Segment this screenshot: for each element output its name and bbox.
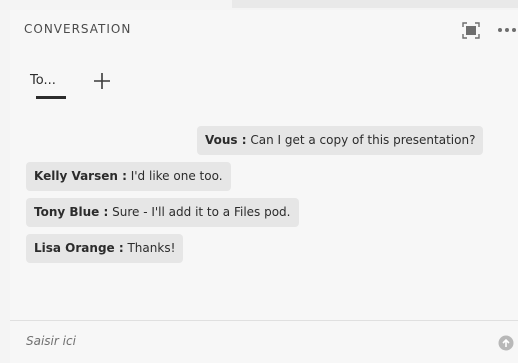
message-bubble-kelly: Kelly Varsen : I'd like one too. <box>26 162 231 191</box>
message-bubble-lisa: Lisa Orange : Thanks! <box>26 234 184 263</box>
message-text: Thanks! <box>123 241 176 255</box>
message-bubble-vous: Vous : Can I get a copy of this presenta… <box>197 126 484 155</box>
message-sender: Kelly Varsen : <box>34 169 127 183</box>
message-sender: Tony Blue : <box>34 205 109 219</box>
active-tab-indicator <box>36 96 66 99</box>
window-top-strip <box>0 0 518 10</box>
more-icon[interactable] <box>497 25 518 35</box>
top-strip-band <box>232 0 518 8</box>
tab-to[interactable]: To... <box>30 62 56 106</box>
message-bubble-tony: Tony Blue : Sure - I'll add it to a File… <box>26 198 299 227</box>
message-text: I'd like one too. <box>126 169 223 183</box>
message-composer[interactable]: Saisir ici <box>10 320 518 363</box>
message-sender: Lisa Orange : <box>34 241 124 255</box>
send-icon[interactable] <box>498 335 514 351</box>
fullscreen-icon[interactable] <box>462 22 480 39</box>
add-tab-icon[interactable] <box>92 71 112 91</box>
conversation-pod: CONVERSATION To... Vous : Can I get a co… <box>10 10 518 363</box>
message-text: Can I get a copy of this presentation? <box>246 133 476 147</box>
tab-label: To... <box>30 73 56 88</box>
conversation-tabs: To... <box>24 62 504 106</box>
message-sender: Vous : <box>205 133 247 147</box>
message-text: Sure - I'll add it to a Files pod. <box>108 205 291 219</box>
pod-title: CONVERSATION <box>24 22 132 36</box>
pod-header: CONVERSATION <box>10 10 518 50</box>
message-input[interactable]: Saisir ici <box>26 334 76 348</box>
